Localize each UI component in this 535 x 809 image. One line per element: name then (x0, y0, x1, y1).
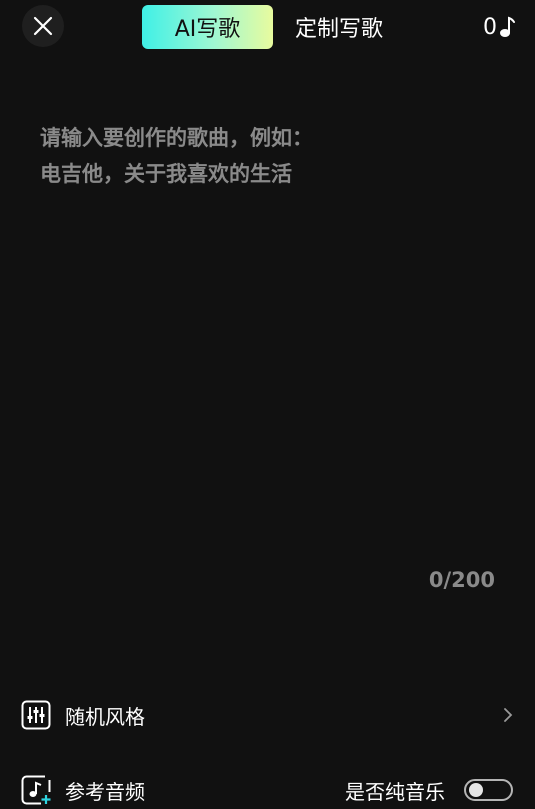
credits-indicator[interactable]: 0 (483, 10, 515, 44)
random-style-label: 随机风格 (65, 704, 145, 729)
reference-audio-label[interactable]: 参考音频 (65, 776, 145, 805)
tab-custom-songwriting[interactable]: 定制写歌 (283, 5, 395, 49)
random-style-row[interactable]: 随机风格 (0, 690, 535, 740)
ai-song-screen: AI写歌 定制写歌 0 0/200 随机风格 (0, 0, 535, 809)
toggle-knob (469, 783, 483, 797)
add-audio-icon[interactable] (21, 775, 51, 805)
equalizer-sliders-icon (21, 700, 51, 730)
header: AI写歌 定制写歌 0 (0, 0, 535, 60)
chevron-right-icon (504, 708, 513, 722)
pure-music-toggle[interactable] (464, 779, 513, 801)
song-prompt-input[interactable] (40, 120, 500, 540)
close-icon (33, 16, 53, 36)
tab-ai-songwriting[interactable]: AI写歌 (142, 5, 273, 49)
pure-music-label: 是否纯音乐 (345, 779, 445, 804)
credits-count: 0 (483, 14, 497, 40)
music-note-icon (500, 16, 515, 37)
character-counter: 0/200 (428, 568, 495, 592)
reference-audio-row: 参考音频 是否纯音乐 (0, 765, 535, 809)
close-button[interactable] (22, 5, 64, 47)
